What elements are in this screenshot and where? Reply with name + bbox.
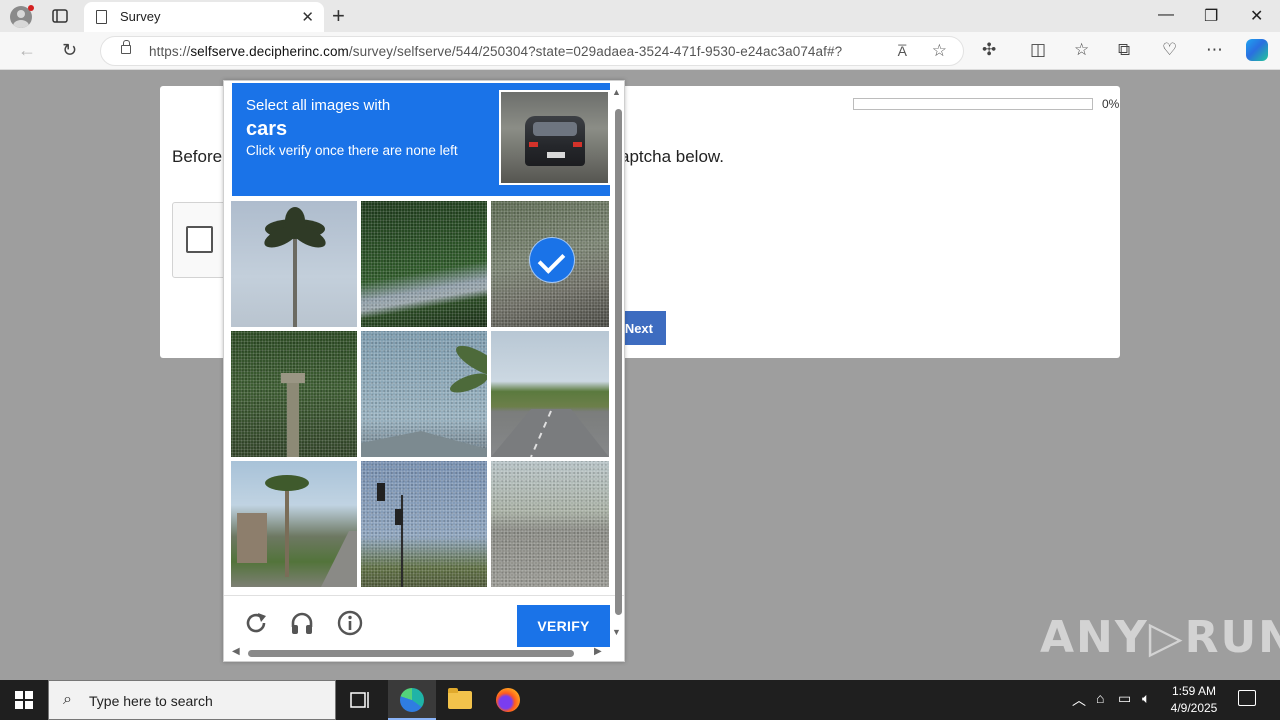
captcha-tile-palm-roofline[interactable] [361,331,487,457]
traffic-light-icon [377,483,403,587]
restore-icon[interactable]: ❐ [1204,6,1218,26]
lamppost-icon [281,373,305,457]
captcha-tile-traffic-light-trees[interactable] [361,461,487,587]
captcha-tile-hedge-wall[interactable] [361,201,487,327]
task-view-icon[interactable] [336,680,384,720]
tab-survey[interactable]: Survey ✕ [84,2,324,32]
url-text[interactable]: https://selfserve.decipherinc.com/survey… [149,44,842,59]
close-tab-icon[interactable]: ✕ [301,8,314,26]
captcha-tile-street-palms[interactable] [231,461,357,587]
edge-taskbar-icon[interactable] [388,680,436,720]
scroll-left-icon[interactable]: ◀ [232,646,240,657]
scroll-right-icon[interactable]: ▶ [594,646,602,657]
footer-divider [224,595,624,596]
noise-overlay [361,201,487,327]
palm-tree-icon [264,207,326,327]
captcha-image-grid [231,201,611,588]
license-plate [547,152,565,158]
recaptcha-checkbox[interactable] [186,226,213,253]
windows-start-icon[interactable] [15,691,33,709]
taskbar-search-box[interactable]: ⌕ Type here to search [48,680,336,720]
instruction-hint: Click verify once there are none left [246,143,458,158]
lock-icon[interactable] [121,40,131,54]
favorite-star-icon[interactable]: ☆ [932,41,947,61]
folder-icon [448,688,472,709]
instruction-target: cars [246,118,288,140]
captcha-instructions: Select all images with cars Click verify… [232,83,610,196]
captcha-tile-wide-road[interactable] [491,461,609,587]
split-screen-icon[interactable]: ◫ [1030,40,1046,60]
taskbar-clock[interactable]: 1:59 AM 4/9/2025 [1166,683,1222,717]
verify-button[interactable]: VERIFY [517,605,610,647]
captcha-tile-tree-lamppost[interactable] [231,331,357,457]
info-icon[interactable] [336,609,364,637]
tray-device-icon[interactable]: ⌂ [1096,690,1104,706]
windows-taskbar: ⌕ Type here to search ︿ ⌂ ▭ 🔈︎ 1:59 AM 4… [0,680,1280,720]
minimize-icon[interactable]: — [1158,6,1174,24]
roof-icon [361,345,487,457]
close-window-icon[interactable]: ✕ [1250,6,1263,26]
captcha-tile-roadside-wall[interactable] [491,201,609,327]
tray-chevron-icon[interactable]: ︿ [1072,690,1086,710]
profile-notification-dot [28,5,34,11]
captcha-tile-road-trees[interactable] [491,331,609,457]
new-tab-icon[interactable]: + [332,3,345,29]
tail-light-left [529,142,538,147]
url-host: selfserve.decipherinc.com [190,44,349,59]
road-icon [491,409,609,457]
scroll-up-icon[interactable]: ▲ [612,87,621,97]
edge-logo-icon [400,688,424,712]
street-palms-icon [237,475,357,587]
instruction-line: Select all images with [246,97,391,114]
notifications-icon[interactable] [1238,690,1256,706]
browser-essentials-icon[interactable]: ♡ [1162,40,1177,60]
tab-actions-icon[interactable] [50,6,70,26]
audio-headphones-icon[interactable] [288,609,316,637]
page-icon [96,10,107,24]
progress-label: 0% [1102,97,1120,111]
vertical-scroll-thumb[interactable] [615,109,622,615]
address-bar[interactable]: https://selfserve.decipherinc.com/survey… [100,36,964,66]
reload-icon[interactable] [242,609,270,637]
search-icon: ⌕ [63,691,72,708]
read-aloud-icon[interactable]: A̅ [898,43,907,59]
horizontal-scroll-thumb[interactable] [248,650,574,657]
anyrun-watermark: ANY▷RUN [1040,612,1280,663]
favorites-icon[interactable]: ☆ [1074,40,1089,60]
firefox-taskbar-icon[interactable] [484,680,532,720]
network-icon[interactable]: ▭ [1118,690,1131,707]
file-explorer-icon[interactable] [436,680,484,720]
tab-strip: Survey ✕ + — ❐ ✕ [0,0,1280,32]
selected-check-icon [529,237,575,283]
clock-date: 4/9/2025 [1170,701,1218,715]
survey-prompt-start: Before [172,147,223,166]
url-scheme: https:// [149,44,191,59]
scroll-down-icon[interactable]: ▼ [612,627,621,637]
volume-icon[interactable]: 🔈︎ [1142,690,1150,707]
survey-prompt-end: aptcha below. [620,147,724,166]
captcha-challenge: Select all images with cars Click verify… [223,80,625,662]
refresh-icon[interactable]: ↻ [62,40,77,61]
tail-light-right [573,142,582,147]
back-arrow-icon[interactable]: ← [18,40,36,61]
clock-time: 1:59 AM [1171,684,1217,698]
copilot-icon[interactable] [1246,39,1268,61]
collections-icon[interactable]: ⧉ [1118,40,1130,60]
search-placeholder: Type here to search [89,693,213,709]
firefox-logo-icon [496,688,520,712]
url-path: /survey/selfserve/544/250304?state=029ad… [348,44,843,59]
captcha-tile-palm-tree-sky[interactable] [231,201,357,327]
noise-overlay [491,461,609,587]
car-shape [525,116,585,166]
extensions-icon[interactable]: ✣ [982,40,996,60]
tab-title: Survey [120,9,161,24]
browser-toolbar: ← ↻ https://selfserve.decipherinc.com/su… [0,32,1280,70]
sample-car-image [499,90,610,185]
progress-bar [853,98,1093,110]
more-menu-icon[interactable]: ⋯ [1206,40,1223,60]
